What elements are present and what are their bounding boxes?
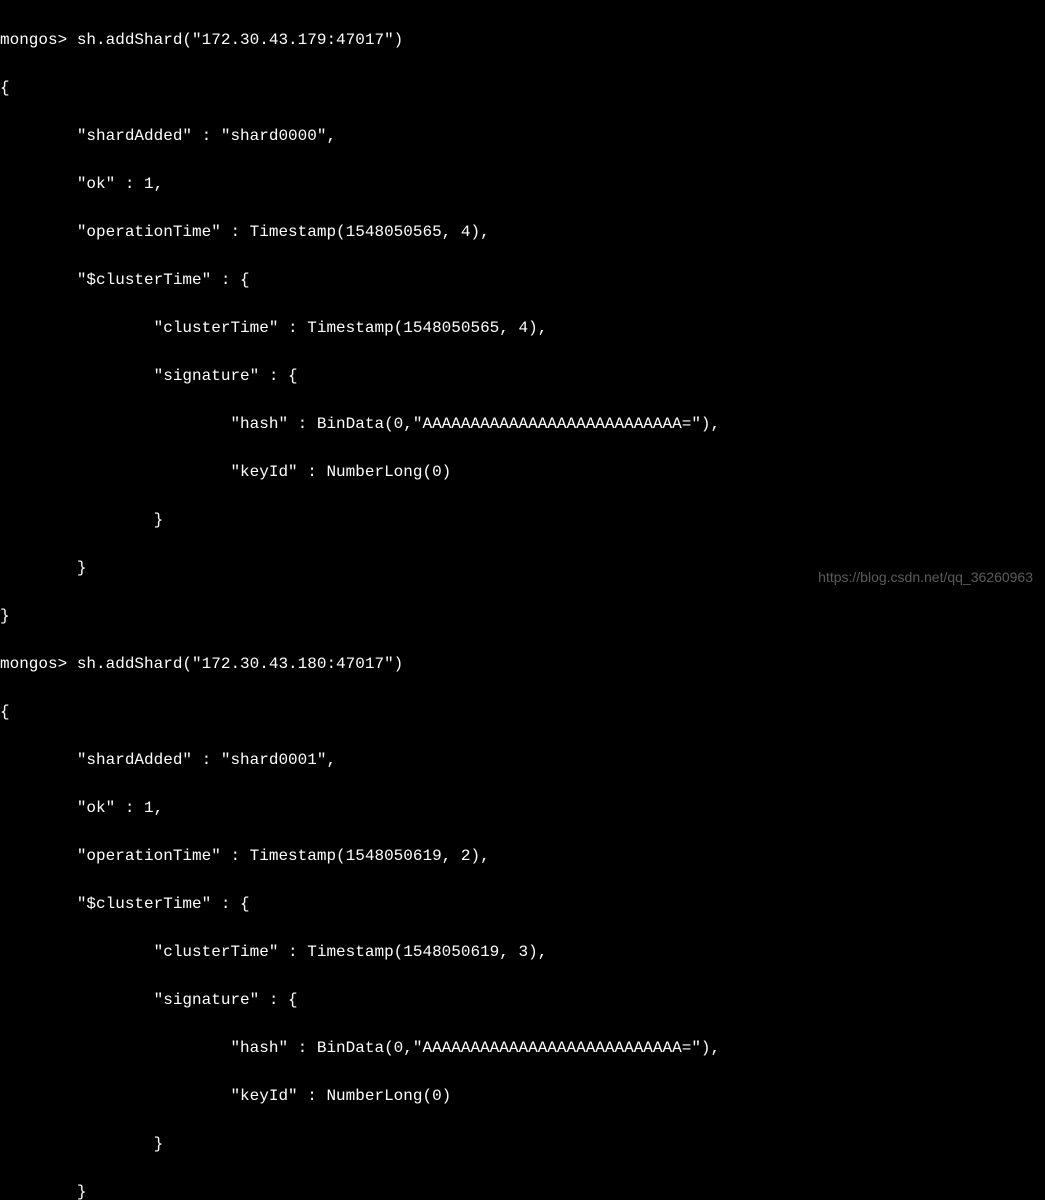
terminal-line: "signature" : { (0, 364, 1045, 388)
terminal-line: "keyId" : NumberLong(0) (0, 1084, 1045, 1108)
terminal-line: "clusterTime" : Timestamp(1548050619, 3)… (0, 940, 1045, 964)
terminal-line: } (0, 604, 1045, 628)
terminal-line: mongos> sh.addShard("172.30.43.179:47017… (0, 28, 1045, 52)
terminal-line: } (0, 1132, 1045, 1156)
terminal-line: "ok" : 1, (0, 796, 1045, 820)
terminal-line: "hash" : BinData(0,"AAAAAAAAAAAAAAAAAAAA… (0, 412, 1045, 436)
terminal-line: "ok" : 1, (0, 172, 1045, 196)
terminal-output: mongos> sh.addShard("172.30.43.179:47017… (0, 4, 1045, 1200)
terminal-line: "operationTime" : Timestamp(1548050619, … (0, 844, 1045, 868)
terminal-line: mongos> sh.addShard("172.30.43.180:47017… (0, 652, 1045, 676)
terminal-line: } (0, 508, 1045, 532)
terminal-line: "$clusterTime" : { (0, 268, 1045, 292)
terminal-line: "$clusterTime" : { (0, 892, 1045, 916)
terminal-line: } (0, 1180, 1045, 1200)
terminal-line: "operationTime" : Timestamp(1548050565, … (0, 220, 1045, 244)
watermark-text: https://blog.csdn.net/qq_36260963 (818, 567, 1033, 588)
terminal-line: "keyId" : NumberLong(0) (0, 460, 1045, 484)
terminal-line: { (0, 700, 1045, 724)
terminal-line: { (0, 76, 1045, 100)
terminal-line: "shardAdded" : "shard0001", (0, 748, 1045, 772)
terminal-line: "shardAdded" : "shard0000", (0, 124, 1045, 148)
terminal-line: "signature" : { (0, 988, 1045, 1012)
terminal-line: "clusterTime" : Timestamp(1548050565, 4)… (0, 316, 1045, 340)
terminal-line: "hash" : BinData(0,"AAAAAAAAAAAAAAAAAAAA… (0, 1036, 1045, 1060)
